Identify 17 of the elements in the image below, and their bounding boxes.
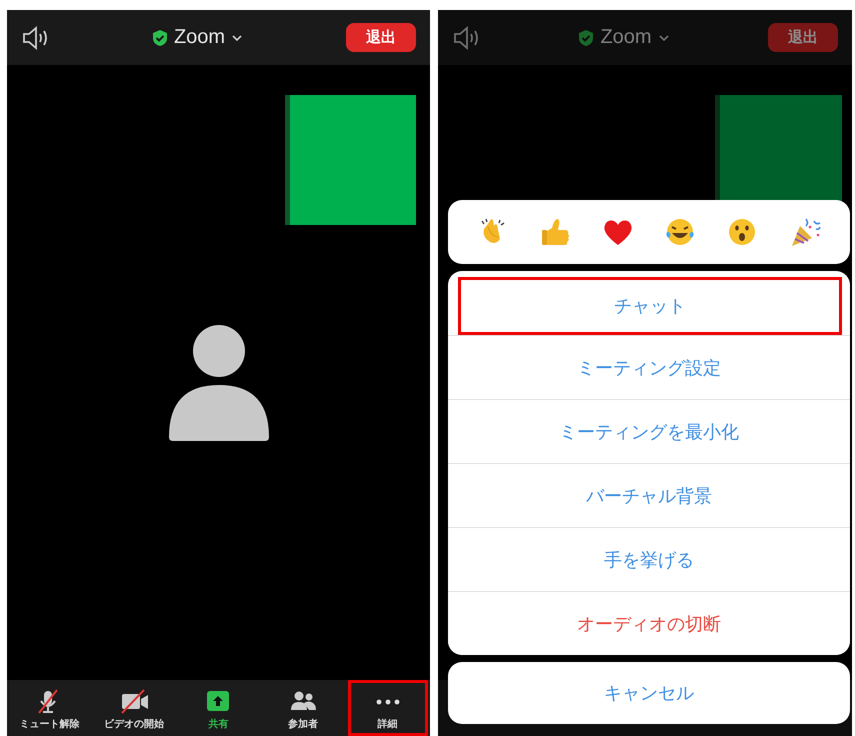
leave-button[interactable]: 退出 (768, 23, 838, 52)
shield-check-icon (152, 28, 168, 46)
speaker-icon[interactable] (21, 26, 49, 50)
toolbar-button[interactable]: 詳細 (348, 680, 428, 736)
shield-check-icon (578, 28, 594, 46)
cancel-button[interactable]: キャンセル (448, 662, 850, 724)
toolbar-button[interactable]: ミュート解除 (9, 680, 90, 736)
more-dots-icon (376, 699, 400, 705)
menu-item[interactable]: オーディオの切断 (448, 591, 850, 655)
toolbar-button[interactable]: 共有 (178, 680, 258, 736)
toolbar-button[interactable]: ビデオの開始 (94, 680, 174, 736)
meeting-title[interactable]: Zoom (600, 26, 652, 49)
chevron-down-icon[interactable] (231, 34, 244, 42)
meeting-title[interactable]: Zoom (174, 26, 226, 49)
leave-button[interactable]: 退出 (346, 23, 416, 52)
menu-item[interactable]: チャット (458, 277, 842, 335)
toolbar-button[interactable]: 参加者 (263, 680, 344, 736)
